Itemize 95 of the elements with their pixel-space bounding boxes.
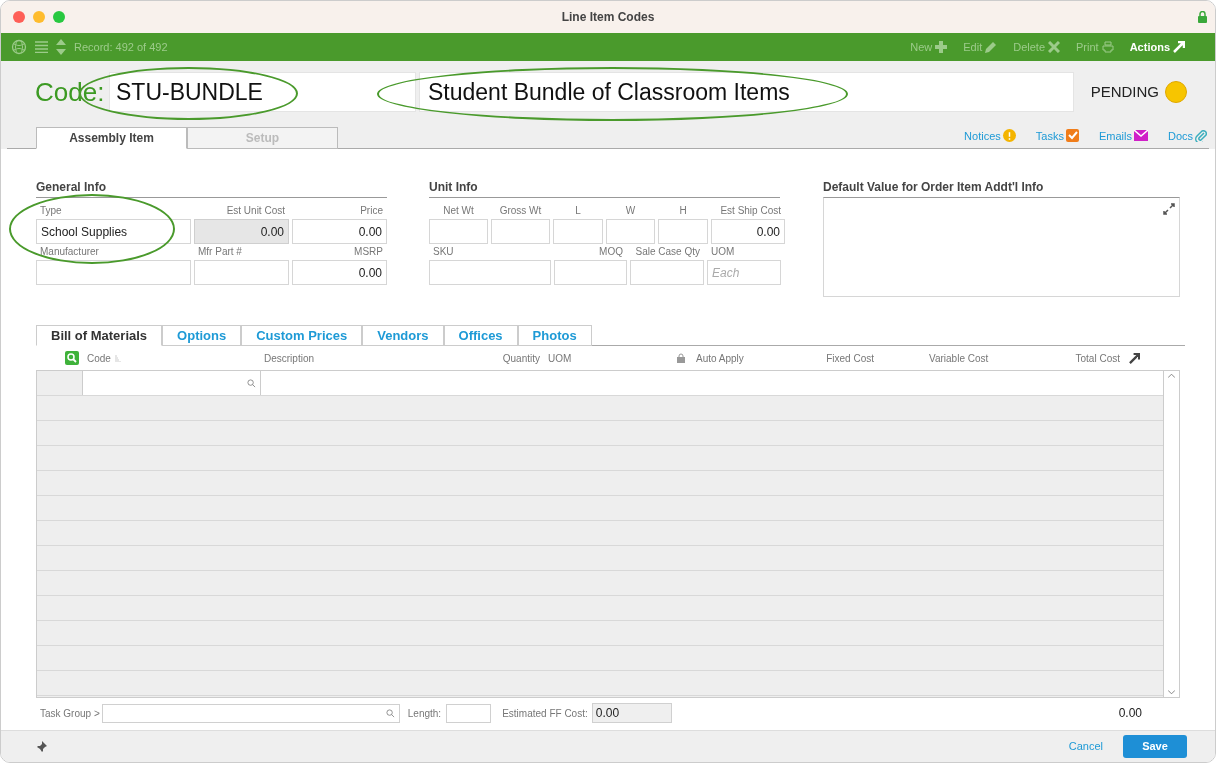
pin-icon[interactable]: [35, 740, 47, 753]
expand-icon[interactable]: [1163, 203, 1175, 215]
tab[interactable]: Photos: [517, 325, 592, 346]
field-label: Gross Wt: [498, 205, 543, 217]
field-label: Est Unit Cost: [225, 205, 286, 217]
header-link[interactable]: Docs: [1167, 127, 1207, 144]
checkbox-icon: [1065, 129, 1079, 143]
envelope-icon: [1133, 130, 1148, 142]
input-field[interactable]: [554, 260, 627, 285]
field-label: Type: [39, 205, 63, 217]
paperclip-icon: [1195, 129, 1207, 143]
close-icon: [1048, 41, 1061, 53]
list-icon[interactable]: [35, 41, 48, 53]
tab[interactable]: Bill of Materials: [36, 325, 163, 346]
code-field[interactable]: STU-BUNDLE: [109, 72, 416, 112]
table-row[interactable]: [37, 371, 1163, 396]
cancel-link[interactable]: Cancel: [1068, 738, 1103, 755]
field-label: MOQ: [598, 246, 624, 258]
field-label: Task Group >: [40, 706, 100, 721]
printer-icon: [1101, 41, 1114, 53]
status-label: PENDING: [1090, 81, 1159, 102]
close-button[interactable]: [13, 11, 25, 23]
column-header[interactable]: Code: [87, 350, 111, 366]
up-down-arrows-icon[interactable]: [56, 39, 66, 55]
tab[interactable]: Vendors: [362, 325, 444, 346]
field-label: Net Wt: [442, 205, 475, 217]
description-field[interactable]: Student Bundle of Classroom Items: [419, 72, 1074, 112]
input-field[interactable]: [658, 219, 708, 244]
input-field[interactable]: 0.00: [711, 219, 785, 244]
pencil-icon: [985, 41, 998, 53]
globe-icon[interactable]: [11, 39, 27, 55]
arrow-icon: [1173, 41, 1185, 53]
window-title: Line Item Codes: [561, 9, 655, 26]
column-header[interactable]: Auto Apply: [696, 350, 744, 366]
lock-icon: [677, 353, 685, 363]
input-field[interactable]: [36, 260, 191, 285]
field-label: H: [678, 205, 688, 217]
column-header[interactable]: Total Cost: [1075, 350, 1120, 366]
input-field[interactable]: School Supplies: [36, 219, 191, 244]
input-field[interactable]: [429, 219, 488, 244]
field-label: L: [574, 205, 582, 217]
plus-icon: [935, 41, 948, 53]
field-label: Sale Case Qty: [634, 246, 701, 258]
sort-icon[interactable]: [114, 354, 121, 362]
scrollbar[interactable]: [1163, 371, 1179, 697]
lock-icon: [1198, 11, 1207, 23]
length-field[interactable]: [446, 703, 492, 723]
zoom-button[interactable]: [53, 11, 65, 23]
section-title: General Info: [36, 179, 107, 195]
total-cost: 0.00: [1118, 705, 1142, 722]
header-link[interactable]: Notices: [964, 127, 1016, 144]
tab[interactable]: Assembly Item: [36, 127, 187, 149]
toolbar-button[interactable]: Actions: [1129, 38, 1185, 56]
field-label: Mfr Part #: [197, 246, 243, 258]
minimize-button[interactable]: [33, 11, 45, 23]
record-counter: Record: 492 of 492: [74, 39, 168, 55]
input-field[interactable]: [630, 260, 704, 285]
input-field[interactable]: [194, 260, 289, 285]
tab[interactable]: Custom Prices: [241, 325, 363, 346]
input-field[interactable]: 0.00: [292, 260, 387, 285]
field-label: Estimated FF Cost:: [502, 706, 588, 721]
input-field[interactable]: [606, 219, 655, 244]
section-title: Unit Info: [429, 179, 479, 195]
column-header[interactable]: Quantity: [502, 350, 540, 366]
arrow-icon[interactable]: [1129, 352, 1140, 364]
field-label: SKU: [432, 246, 455, 258]
input-field[interactable]: 0.00: [292, 219, 387, 244]
tab[interactable]: Offices: [443, 325, 518, 346]
section-title: Default Value for Order Item Addt'l Info: [823, 179, 1045, 195]
field-label: MSRP: [353, 246, 384, 258]
field-label: Manufacturer: [39, 246, 100, 258]
field-label: Est Ship Cost: [719, 205, 782, 217]
input-field[interactable]: [491, 219, 550, 244]
save-button[interactable]: Save: [1123, 735, 1187, 758]
field-label: Price: [359, 205, 384, 217]
search-icon: [247, 378, 256, 388]
input-field[interactable]: [553, 219, 603, 244]
column-header[interactable]: UOM: [548, 350, 572, 366]
search-icon: [385, 708, 395, 718]
ff-cost-field[interactable]: 0.00: [591, 703, 672, 723]
column-header[interactable]: Fixed Cost: [826, 350, 874, 366]
tab[interactable]: Options: [162, 325, 242, 346]
column-header[interactable]: Variable Cost: [929, 350, 989, 366]
header-link[interactable]: Tasks: [1035, 127, 1079, 144]
task-group-field[interactable]: [101, 703, 400, 723]
column-header[interactable]: Description: [264, 350, 315, 366]
alert-icon: [1002, 129, 1016, 143]
input-field[interactable]: 0.00: [194, 219, 289, 244]
search-icon[interactable]: [65, 351, 79, 365]
header-link[interactable]: Emails: [1098, 127, 1148, 144]
field-label: W: [624, 205, 637, 217]
input-field[interactable]: [429, 260, 551, 285]
field-label: Length:: [407, 706, 442, 721]
input-field[interactable]: Each: [707, 260, 781, 285]
field-label: UOM: [710, 246, 736, 258]
